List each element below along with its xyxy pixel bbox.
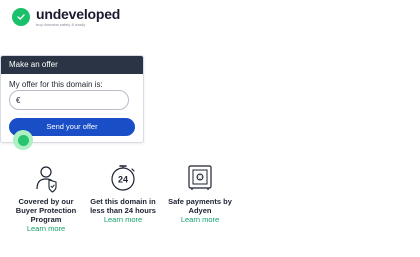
- learn-more-link[interactable]: Learn more: [6, 224, 86, 233]
- brand-name: undeveloped: [36, 6, 121, 22]
- safe-icon: [188, 165, 212, 190]
- green-status-dot: [13, 130, 33, 150]
- offer-amount-input[interactable]: [20, 95, 128, 105]
- offer-input-wrapper: €: [9, 90, 129, 110]
- page: undeveloped buy domains safely & easily …: [0, 0, 420, 257]
- learn-more-link[interactable]: Learn more: [83, 215, 163, 224]
- shield-person-icon: [36, 166, 57, 193]
- feature-safe-payments: Safe payments by Adyen Learn more: [160, 163, 240, 224]
- offer-label: My offer for this domain is:: [9, 80, 103, 89]
- feature-title: Get this domain in less than 24 hours: [90, 197, 156, 215]
- feature-fast-transfer: 24 Get this domain in less than 24 hours…: [83, 163, 163, 224]
- offer-header: Make an offer: [1, 56, 143, 74]
- feature-title: Covered by our Buyer Protection Program: [15, 197, 77, 224]
- feature-title: Safe payments by Adyen: [168, 197, 232, 215]
- clock-24-icon: 24: [111, 165, 135, 191]
- brand-tagline: buy domains safely & easily: [36, 22, 86, 27]
- feature-buyer-protection: Covered by our Buyer Protection Program …: [6, 163, 86, 233]
- svg-text:24: 24: [118, 175, 128, 185]
- brand-logo[interactable]: undeveloped buy domains safely & easily: [12, 7, 120, 27]
- logo-mark-icon: [12, 8, 30, 26]
- learn-more-link[interactable]: Learn more: [160, 215, 240, 224]
